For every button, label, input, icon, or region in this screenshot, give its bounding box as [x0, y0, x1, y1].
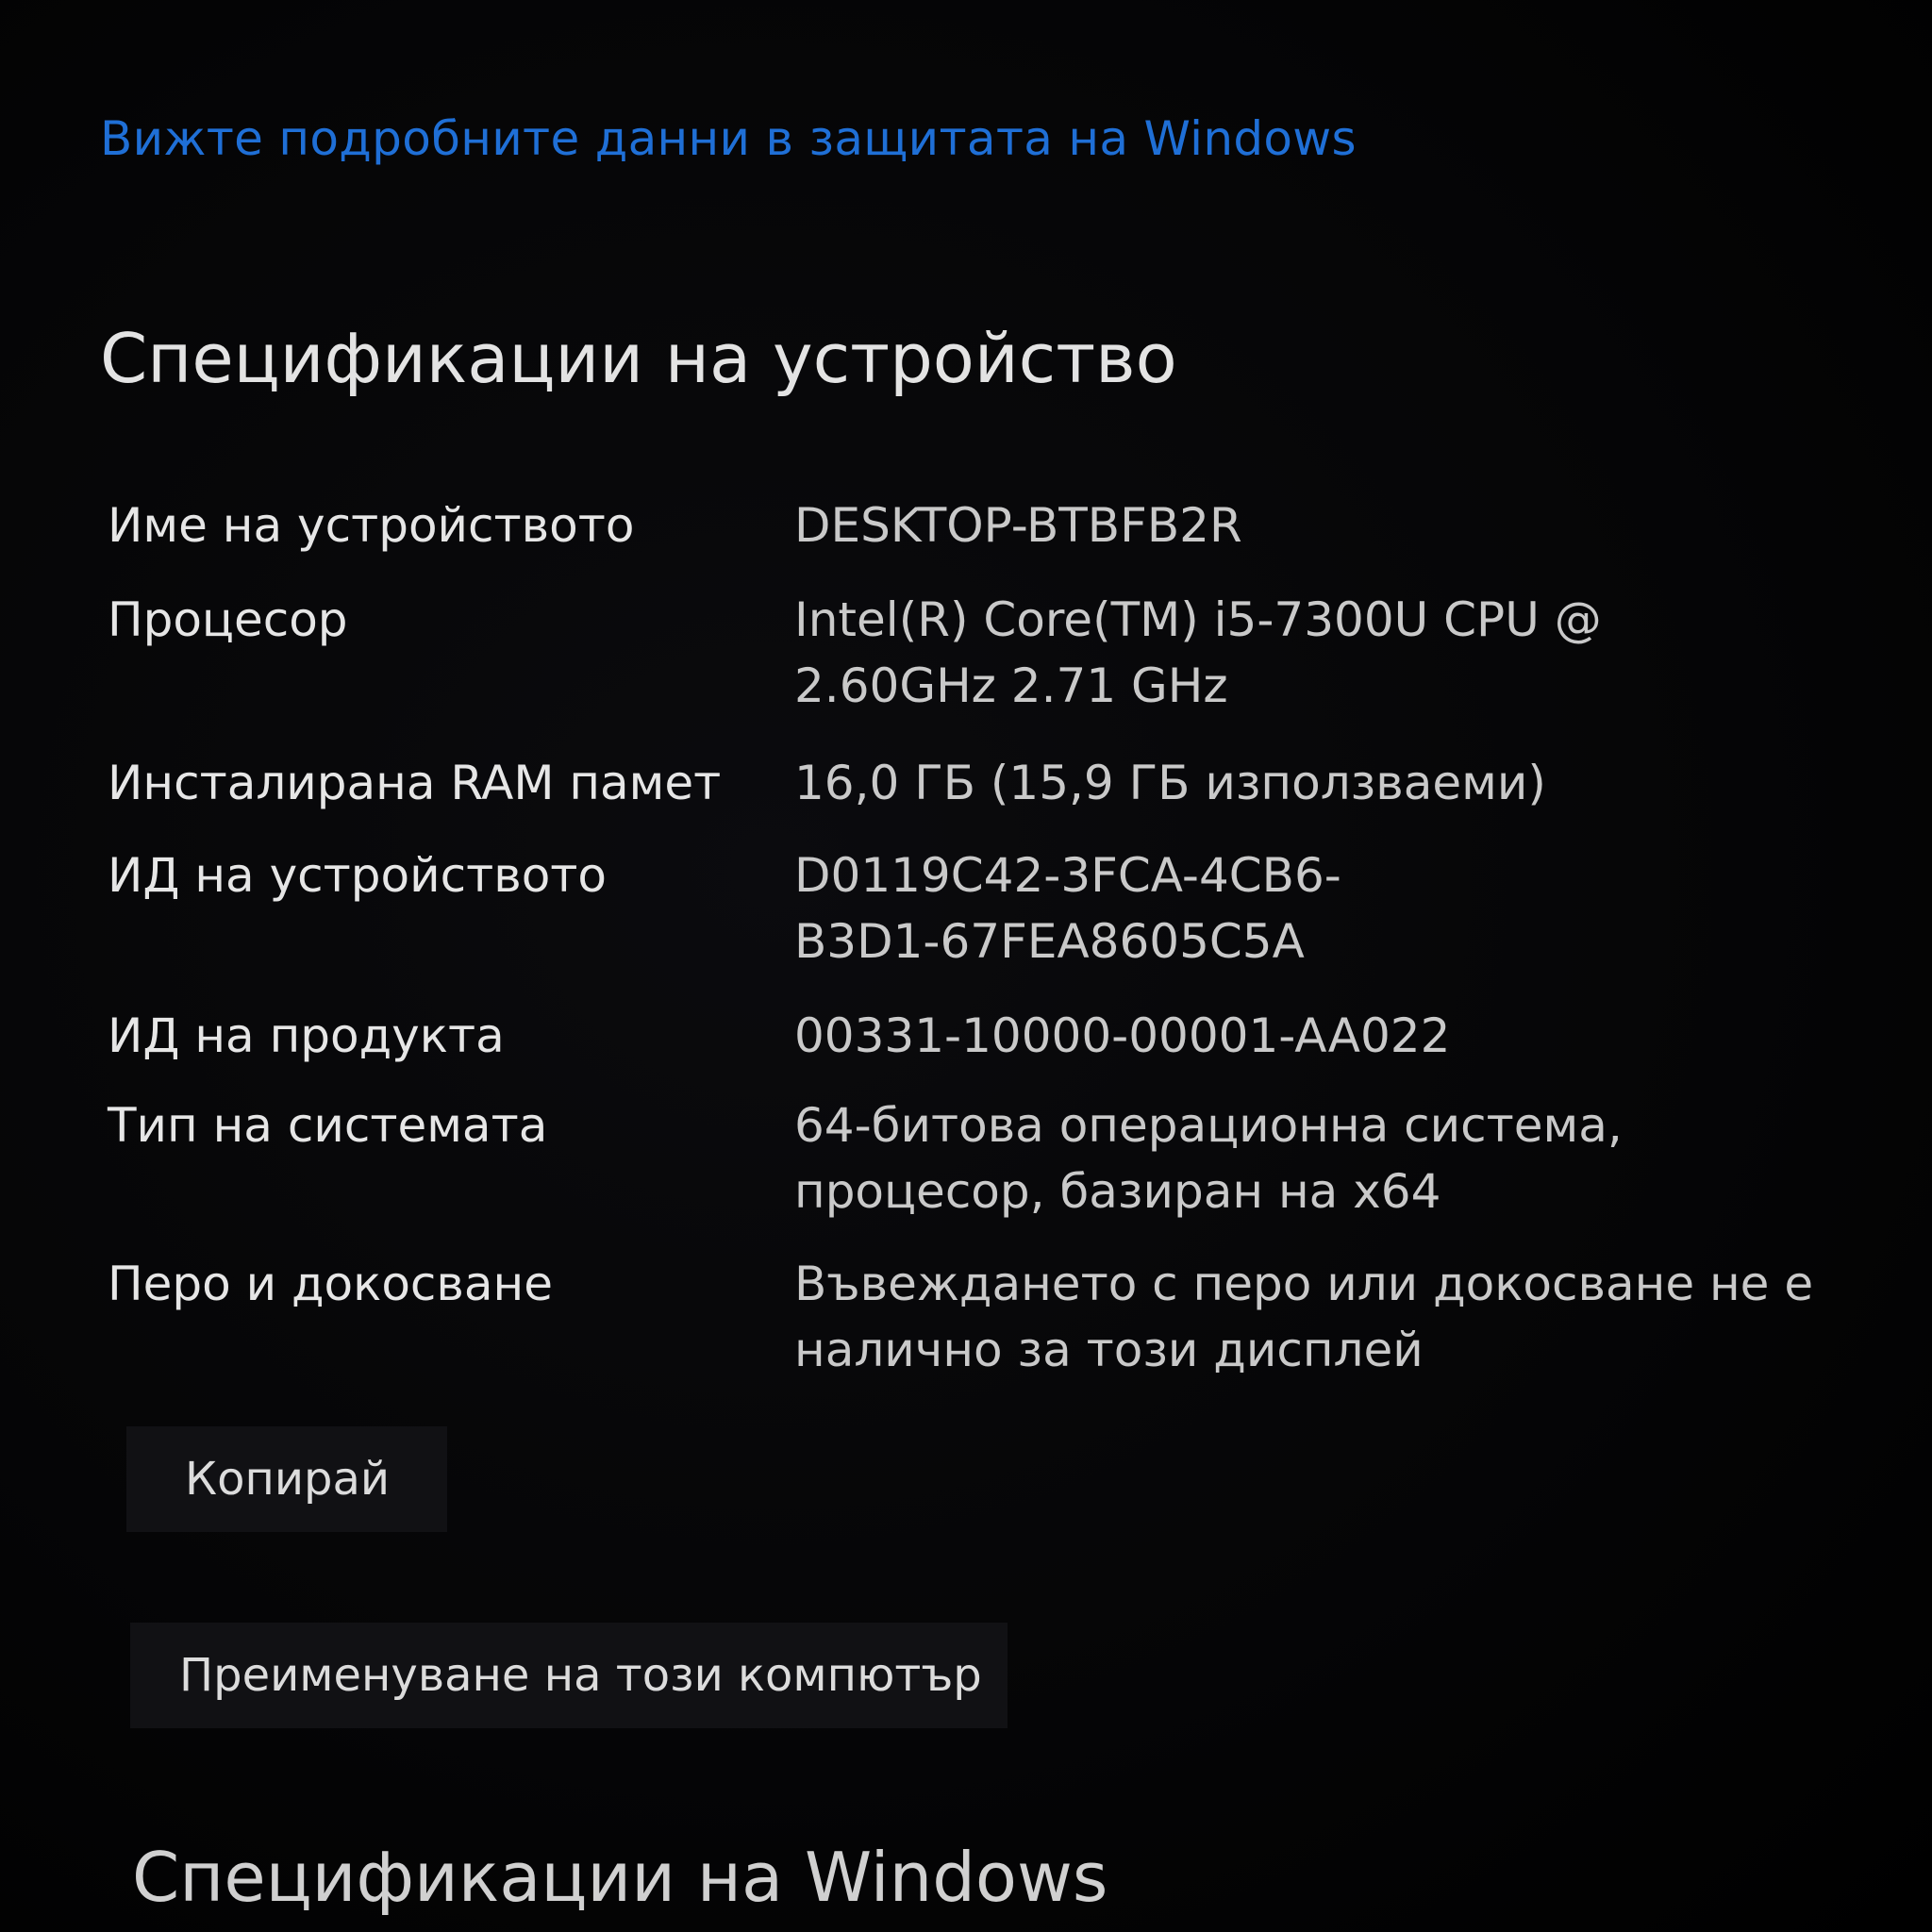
spec-label: ИД на продукта	[108, 1008, 505, 1063]
copy-button[interactable]: Копирай	[126, 1426, 447, 1532]
spec-label: Перо и докосване	[108, 1257, 553, 1311]
spec-label: Тип на системата	[108, 1098, 548, 1153]
spec-value: DESKTOP-BTBFB2R	[794, 498, 1242, 553]
spec-value: 16,0 ГБ (15,9 ГБ използваеми)	[794, 756, 1546, 810]
settings-about-page: Вижте подробните данни в защитата на Win…	[0, 0, 1932, 1932]
spec-value: 64-битова операционна система, процесор,…	[794, 1098, 1623, 1219]
spec-label: Процесор	[108, 592, 348, 647]
windows-specifications-heading: Спецификации на Windows	[132, 1838, 1108, 1917]
spec-value: 00331-10000-00001-AA022	[794, 1008, 1451, 1063]
spec-value: Intel(R) Core(TM) i5-7300U CPU @ 2.60GHz…	[794, 592, 1602, 713]
rename-pc-button[interactable]: Преименуване на този компютър	[130, 1623, 1008, 1728]
spec-value: D0119C42-3FCA-4CB6- B3D1-67FEA8605C5A	[794, 848, 1341, 969]
device-specifications-heading: Спецификации на устройство	[100, 319, 1177, 398]
spec-label: Инсталирана RAM памет	[108, 756, 722, 810]
spec-label: Име на устройството	[108, 498, 635, 553]
spec-label: ИД на устройството	[108, 848, 608, 903]
spec-value: Въвеждането с перо или докосване не е на…	[794, 1257, 1814, 1377]
windows-security-details-link[interactable]: Вижте подробните данни в защитата на Win…	[100, 111, 1357, 166]
